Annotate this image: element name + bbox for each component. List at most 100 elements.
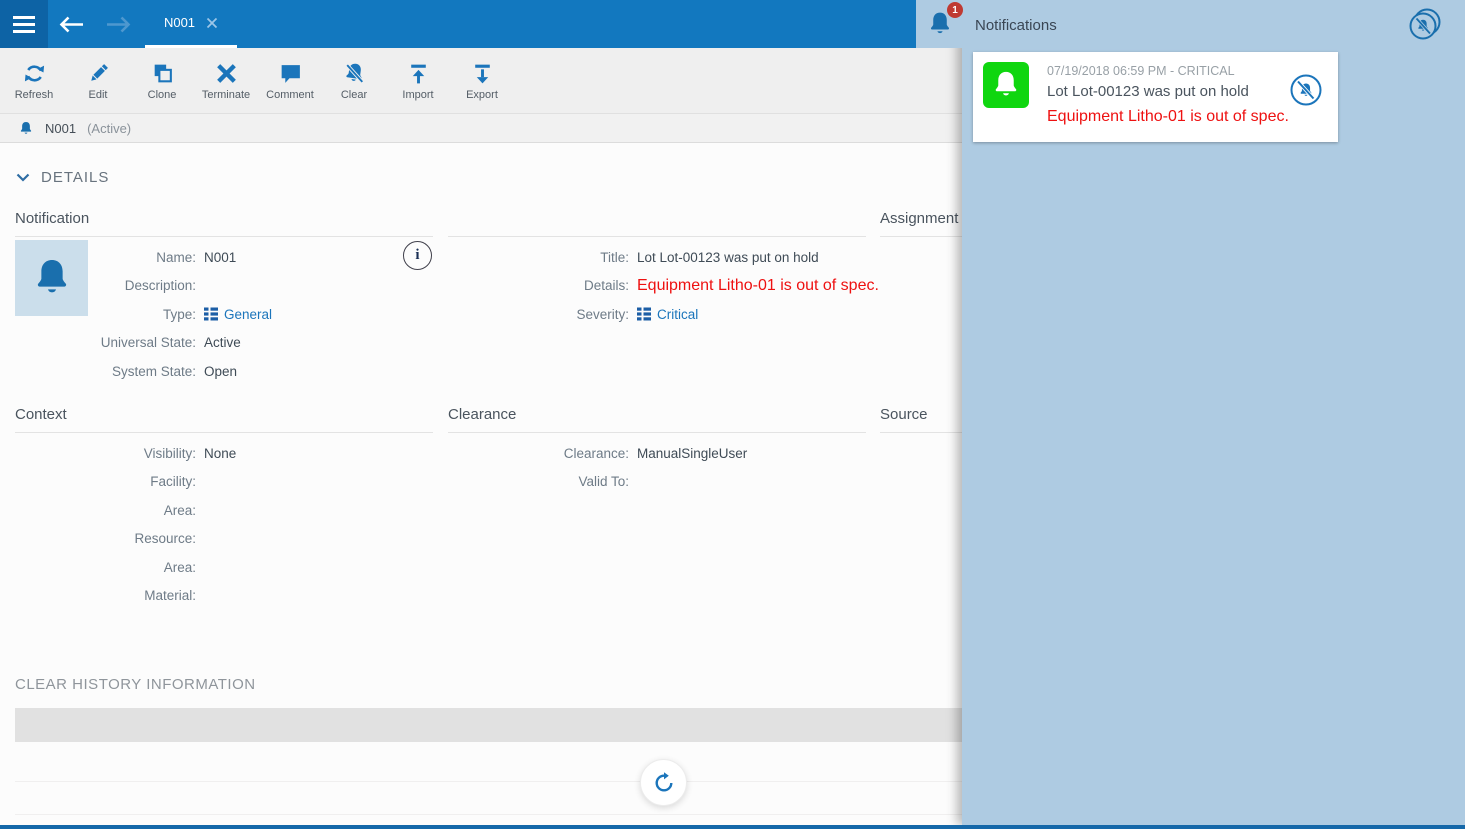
comment-button[interactable]: Comment	[258, 61, 322, 101]
terminate-icon	[214, 61, 239, 86]
field-label: Facility:	[15, 474, 196, 489]
notifications-panel: 1 Notifications	[962, 0, 1465, 825]
field-label: System State:	[15, 364, 196, 379]
notification-card[interactable]: 07/19/2018 06:59 PM - CRITICAL Lot Lot-0…	[973, 52, 1338, 142]
field-details: Details: Equipment Litho-01 is out of sp…	[448, 272, 968, 301]
field-severity: Severity: Critical	[448, 300, 968, 329]
comment-icon	[278, 61, 303, 86]
field-value-critical: Equipment Litho-01 is out of spec.	[637, 277, 879, 295]
field-label: Resource:	[15, 531, 196, 546]
field-label: Type:	[15, 307, 196, 322]
section-header-notification: Notification	[15, 210, 433, 237]
breadcrumb-name: N001	[45, 121, 76, 136]
clear-history-header: CLEAR HISTORY INFORMATION	[15, 676, 256, 693]
close-icon[interactable]	[206, 17, 218, 29]
tool-label: Refresh	[15, 89, 54, 101]
field-label: Area:	[15, 503, 196, 518]
import-icon	[406, 61, 431, 86]
refresh-button[interactable]: Refresh	[2, 61, 66, 101]
section-header-context: Context	[15, 406, 433, 433]
notification-count-badge: 1	[947, 2, 963, 18]
export-icon	[470, 61, 495, 86]
field-valid-to: Valid To:	[448, 468, 968, 497]
tool-label: Import	[402, 89, 433, 101]
field-value: None	[204, 446, 236, 461]
field-label: Details:	[448, 278, 629, 293]
field-clearance: Clearance: ManualSingleUser	[448, 439, 968, 468]
refresh-icon	[22, 61, 47, 86]
edit-icon	[86, 61, 111, 86]
table-row-divider	[15, 814, 963, 815]
notifications-bell-icon[interactable]: 1	[926, 9, 954, 39]
field-value: Open	[204, 364, 237, 379]
clearance-fields: Clearance: ManualSingleUser Valid To:	[448, 439, 968, 496]
tab-n001[interactable]: N001	[145, 0, 237, 48]
field-resource: Resource:	[15, 525, 535, 554]
mute-all-notifications-button[interactable]	[1406, 8, 1442, 44]
type-link[interactable]: General	[204, 307, 272, 322]
rotate-icon	[652, 771, 676, 795]
entity-grid-icon	[637, 307, 651, 321]
section-header-info	[448, 210, 866, 237]
table-row-divider	[15, 781, 963, 782]
field-universal-state: Universal State: Active	[15, 329, 535, 358]
field-label: Valid To:	[448, 474, 629, 489]
bell-icon	[18, 120, 34, 137]
tool-label: Clear	[341, 89, 367, 101]
field-value: General	[224, 307, 272, 322]
field-value: Lot Lot-00123 was put on hold	[637, 250, 819, 265]
chevron-down-icon	[16, 173, 30, 182]
load-more-refresh-button[interactable]	[640, 759, 687, 806]
section-header-clearance: Clearance	[448, 406, 866, 433]
field-label: Description:	[15, 278, 196, 293]
tool-label: Terminate	[202, 89, 250, 101]
clone-button[interactable]: Clone	[130, 61, 194, 101]
bell-slash-circles-icon	[1406, 8, 1442, 44]
bell-icon	[990, 68, 1022, 102]
field-area-2: Area:	[15, 553, 535, 582]
export-button[interactable]: Export	[450, 61, 514, 101]
field-material: Material:	[15, 582, 535, 611]
tool-label: Export	[466, 89, 498, 101]
field-value: ManualSingleUser	[637, 446, 747, 461]
bell-slash-icon	[1290, 74, 1322, 106]
details-collapse-toggle[interactable]: DETAILS	[16, 169, 109, 186]
field-label: Title:	[448, 250, 629, 265]
field-title: Title: Lot Lot-00123 was put on hold	[448, 243, 968, 272]
terminate-button[interactable]: Terminate	[194, 61, 258, 101]
field-system-state: System State: Open	[15, 357, 535, 386]
arrow-right-icon	[105, 16, 131, 33]
import-button[interactable]: Import	[386, 61, 450, 101]
field-label: Severity:	[448, 307, 629, 322]
tool-label: Clone	[148, 89, 177, 101]
notification-title: Lot Lot-00123 was put on hold	[1047, 83, 1249, 100]
app-window: N001 Refresh	[0, 0, 1465, 829]
edit-button[interactable]: Edit	[66, 61, 130, 101]
notification-timestamp-severity: 07/19/2018 06:59 PM - CRITICAL	[1047, 64, 1235, 78]
forward-button[interactable]	[100, 8, 136, 40]
entity-grid-icon	[204, 307, 218, 321]
severity-link[interactable]: Critical	[637, 307, 698, 322]
menu-icon[interactable]	[0, 0, 48, 48]
field-label: Name:	[15, 250, 196, 265]
back-button[interactable]	[54, 8, 90, 40]
notification-details: Equipment Litho-01 is out of spec.	[1047, 108, 1289, 126]
tab-label: N001	[164, 15, 195, 30]
mute-notification-button[interactable]	[1290, 74, 1322, 106]
tool-label: Edit	[89, 89, 108, 101]
clone-icon	[150, 61, 175, 86]
field-label: Material:	[15, 588, 196, 603]
panel-title: Notifications	[975, 17, 1057, 34]
field-label: Universal State:	[15, 335, 196, 350]
tool-label: Comment	[266, 89, 314, 101]
arrow-left-icon	[59, 16, 85, 33]
field-label: Area:	[15, 560, 196, 575]
details-title: DETAILS	[41, 169, 109, 186]
bottom-status-bar	[0, 825, 1465, 829]
field-value: Active	[204, 335, 241, 350]
field-value: N001	[204, 250, 236, 265]
clear-button[interactable]: Clear	[322, 61, 386, 101]
bell-slash-icon	[342, 61, 367, 86]
clear-history-table-header	[15, 708, 963, 742]
field-label: Visibility:	[15, 446, 196, 461]
